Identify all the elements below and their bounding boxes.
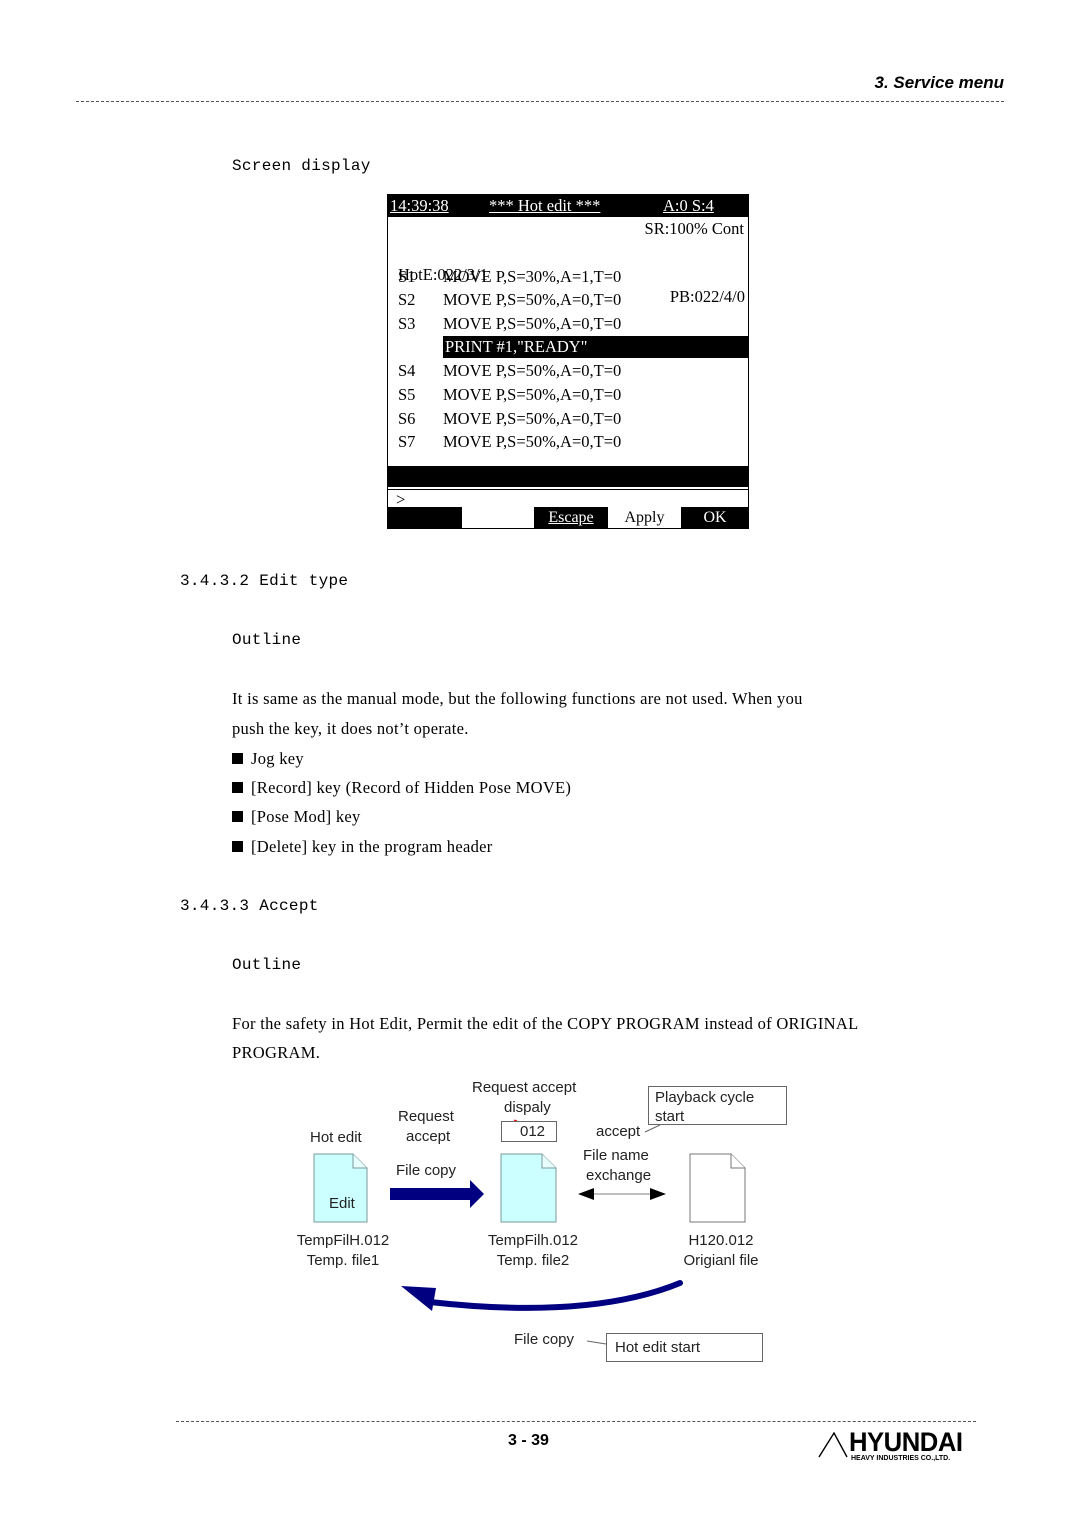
file-copy-bottom-label: File copy (514, 1331, 575, 1348)
function-key-bar: Escape Apply OK (388, 507, 748, 528)
file2-desc: Temp. file2 (496, 1252, 570, 1269)
file-copy-top-label: File copy (396, 1162, 457, 1179)
file1-name: TempFilH.012 (296, 1232, 390, 1249)
request-accept-label: accept (406, 1128, 451, 1145)
file2-name: TempFilh.012 (487, 1232, 579, 1249)
file-name-exchange-line1: File name (583, 1147, 649, 1164)
bullet-item: [Record] key (Record of Hidden Pose MOVE… (232, 778, 571, 798)
brand-subtitle: HEAVY INDUSTRIES CO.,LTD. (851, 1455, 951, 1462)
step-number: S6 (398, 409, 416, 428)
exchange-arrow-right-head (650, 1188, 666, 1200)
edit-label: Edit (329, 1195, 355, 1212)
screen-title-bar: 14:39:38 *** Hot edit *** A:0 S:4 (388, 195, 748, 217)
program-line-cursor[interactable]: PRINT #1,"READY" (388, 336, 748, 358)
step-code: MOVE P,S=50%,A=0,T=0 (443, 361, 622, 380)
edit-type-outline-label: Outline (232, 631, 302, 649)
apply-key[interactable]: Apply (608, 507, 681, 528)
temp-file2-fold (541, 1154, 556, 1169)
brand-name: HYUNDAI (849, 1427, 963, 1457)
bullet-item: [Pose Mod] key (232, 807, 361, 827)
hyundai-triangle-icon (818, 1432, 848, 1458)
request-label: Request (398, 1108, 454, 1125)
bullet-text: Jog key (251, 749, 304, 768)
accept-paragraph-line1: For the safety in Hot Edit, Permit the e… (232, 1014, 859, 1033)
step-number: S7 (398, 432, 416, 451)
request-accept-display-line2: dispaly (504, 1099, 551, 1116)
playback-cycle-start-box: Playback cycle start (648, 1086, 787, 1125)
accept-heading: 3.4.3.3 Accept (180, 897, 319, 915)
speed-line: SR:100% Cont (644, 219, 744, 238)
page-number: 3 - 39 (508, 1432, 549, 1449)
screen-status: A:0 S:4 (663, 196, 714, 215)
step-number: S2 (398, 290, 416, 309)
screen-display-label: Screen display (232, 157, 371, 175)
file3-desc: Origianl file (683, 1252, 759, 1269)
program-line[interactable]: S5 MOVE P,S=50%,A=0,T=0 (388, 384, 748, 406)
hot-edit-accept-diagram: Hot edit Edit Request accept File copy R… (280, 1070, 820, 1380)
hyundai-logo: HYUNDAI HEAVY INDUSTRIES CO.,LTD. (818, 1427, 978, 1466)
playback-box-line2: start (655, 1108, 685, 1125)
return-copy-arrowhead (401, 1286, 436, 1311)
bullet-square-icon (232, 753, 243, 764)
original-file-fold (730, 1154, 745, 1169)
function-key-2[interactable] (462, 507, 534, 528)
step-code: MOVE P,S=50%,A=0,T=0 (443, 385, 622, 404)
message-bar: Select PF menu (388, 466, 748, 508)
file1-desc: Temp. file1 (306, 1252, 380, 1269)
step-number: S3 (398, 314, 416, 333)
bullet-text: [Record] key (Record of Hidden Pose MOVE… (251, 778, 572, 797)
step-number: S4 (398, 361, 416, 380)
screen-mode: *** Hot edit *** (489, 195, 600, 217)
hot-edit-label: Hot edit (310, 1129, 362, 1146)
accept-label: accept (596, 1123, 641, 1140)
accept-outline-label: Outline (232, 956, 302, 974)
accept-paragraph-line2: PROGRAM. (232, 1043, 321, 1062)
edit-type-heading: 3.4.3.2 Edit type (180, 572, 349, 590)
teach-pendant-screen: 14:39:38 *** Hot edit *** A:0 S:4 SR:100… (387, 194, 749, 529)
escape-key[interactable]: Escape (535, 507, 607, 528)
screen-time: 14:39:38 (390, 196, 449, 215)
bullet-text: [Pose Mod] key (251, 807, 361, 826)
edit-type-paragraph-line2: push the key, it does not’t operate. (232, 719, 469, 738)
step-code: MOVE P,S=50%,A=0,T=0 (443, 290, 622, 309)
function-key-1[interactable] (388, 507, 461, 528)
file-copy-leader-line (586, 1340, 607, 1345)
hot-edit-start-box: Hot edit start (606, 1333, 763, 1362)
accept-leader-line (644, 1124, 661, 1133)
step-code: MOVE P,S=50%,A=0,T=0 (443, 409, 622, 428)
section-header: 3. Service menu (874, 73, 1004, 92)
step-code: MOVE P,S=50%,A=0,T=0 (443, 314, 622, 333)
return-copy-arrow (427, 1280, 683, 1311)
bullet-square-icon (232, 782, 243, 793)
program-line[interactable]: S2 MOVE P,S=50%,A=0,T=0 (388, 289, 748, 311)
program-line[interactable]: S4 MOVE P,S=50%,A=0,T=0 (388, 360, 748, 382)
exchange-arrow-left-head (578, 1188, 594, 1200)
highlighted-step-code: PRINT #1,"READY" (443, 336, 748, 358)
bullet-item: [Delete] key in the program header (232, 837, 493, 857)
check-value-box: 012 (501, 1121, 557, 1142)
screen-mode-text: *** Hot edit *** (489, 196, 601, 215)
program-line[interactable]: S1 MOVE P,S=30%,A=1,T=0 (388, 266, 748, 288)
edit-type-paragraph-line1: It is same as the manual mode, but the f… (232, 689, 803, 708)
program-line[interactable]: S6 MOVE P,S=50%,A=0,T=0 (388, 408, 748, 430)
bullet-item: Jog key (232, 749, 304, 769)
bullet-square-icon (232, 841, 243, 852)
header-divider (76, 101, 1004, 102)
step-number: S1 (398, 267, 416, 286)
step-number: S5 (398, 385, 416, 404)
file-copy-arrow (390, 1180, 484, 1208)
step-code: MOVE P,S=30%,A=1,T=0 (443, 267, 622, 286)
file-name-exchange-line2: exchange (586, 1167, 652, 1184)
playback-box-line1: Playback cycle (655, 1089, 755, 1106)
program-line[interactable]: S7 MOVE P,S=50%,A=0,T=0 (388, 431, 748, 453)
request-accept-display-line1: Request accept (472, 1079, 577, 1096)
file3-name: H120.012 (688, 1232, 754, 1249)
bullet-text: [Delete] key in the program header (251, 837, 493, 856)
ok-key[interactable]: OK (682, 507, 748, 528)
position-line: HotE:022/3/1 PB:022/4/0 (388, 242, 748, 306)
program-line[interactable]: S3 MOVE P,S=50%,A=0,T=0 (388, 313, 748, 335)
footer-divider (176, 1421, 976, 1422)
bullet-square-icon (232, 811, 243, 822)
step-code: MOVE P,S=50%,A=0,T=0 (443, 432, 622, 451)
